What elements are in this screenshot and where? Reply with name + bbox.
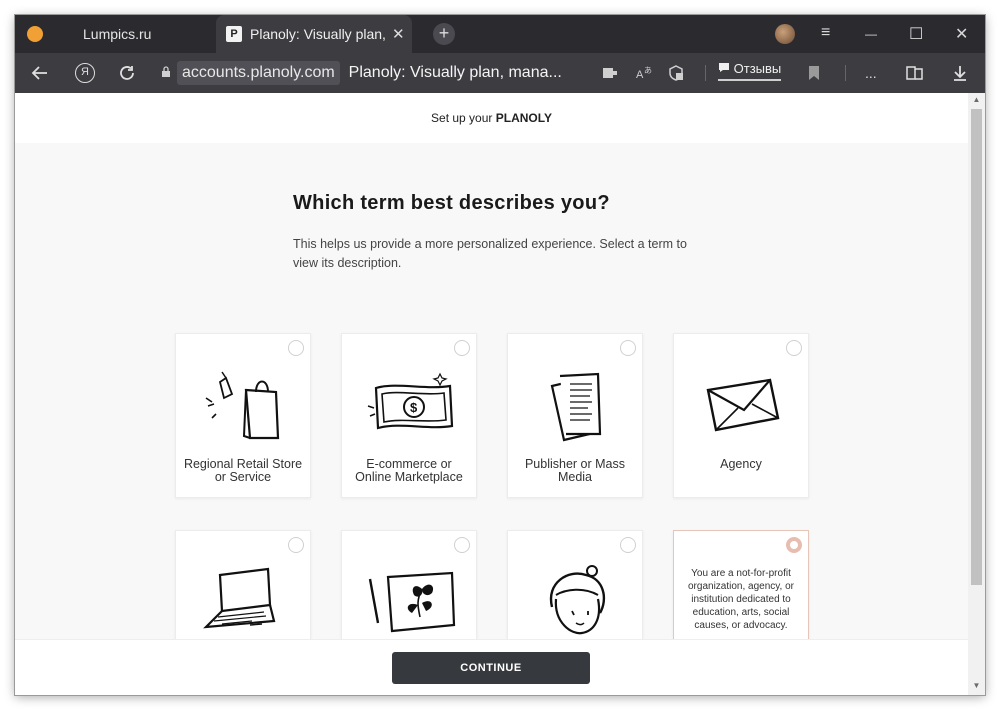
page-content: Set up your PLANOLY Which term best desc… bbox=[15, 93, 968, 695]
protect-icon[interactable] bbox=[667, 53, 685, 93]
radio-button[interactable] bbox=[620, 340, 636, 356]
setup-header-prefix: Set up your bbox=[431, 111, 496, 125]
option-card-regional-retail[interactable]: Regional Retail Store or Service bbox=[175, 333, 311, 498]
card-label: Regional Retail Store or Service bbox=[183, 457, 303, 484]
scrollbar-thumb[interactable] bbox=[971, 109, 982, 585]
tab-lumpics[interactable]: Lumpics.ru bbox=[15, 15, 215, 53]
new-tab-button[interactable]: + bbox=[433, 23, 455, 45]
brand-name: PLANOLY bbox=[495, 111, 552, 125]
back-icon[interactable] bbox=[31, 53, 49, 93]
download-icon[interactable] bbox=[952, 53, 968, 93]
card-description: You are a not-for-profit organization, a… bbox=[688, 568, 794, 631]
radio-button-selected[interactable] bbox=[786, 537, 802, 553]
radio-button[interactable] bbox=[288, 537, 304, 553]
radio-button[interactable] bbox=[620, 537, 636, 553]
close-icon[interactable]: ✕ bbox=[955, 24, 968, 44]
reload-icon[interactable] bbox=[118, 53, 136, 93]
browser-window: Lumpics.ru P Planoly: Visually plan, m ✕… bbox=[15, 15, 985, 695]
more-icon[interactable]: ... bbox=[865, 53, 877, 93]
address-bar[interactable]: accounts.planoly.com Planoly: Visually p… bbox=[157, 59, 597, 87]
page-subtitle: This helps us provide a more personalize… bbox=[293, 237, 687, 270]
tab-close-icon[interactable]: ✕ bbox=[392, 25, 405, 43]
lumpics-favicon-icon bbox=[27, 26, 43, 42]
bottom-action-bar: CONTINUE bbox=[15, 639, 968, 695]
collections-icon[interactable] bbox=[905, 53, 925, 93]
scroll-down-icon[interactable]: ▼ bbox=[971, 681, 982, 693]
shopping-bag-icon bbox=[205, 371, 280, 440]
lock-icon bbox=[161, 65, 171, 81]
tab-planoly[interactable]: P Planoly: Visually plan, m ✕ bbox=[216, 15, 412, 53]
card-label: E-commerce or Online Marketplace bbox=[355, 457, 463, 484]
setup-header: Set up your PLANOLY bbox=[15, 93, 968, 143]
reviews-label: Отзывы bbox=[733, 61, 782, 76]
address-domain: accounts.planoly.com bbox=[177, 61, 340, 85]
bookmark-icon[interactable] bbox=[808, 53, 820, 93]
envelope-icon bbox=[706, 378, 780, 432]
option-card-agency[interactable]: Agency bbox=[673, 333, 809, 498]
money-bill-icon: $ bbox=[367, 372, 454, 430]
toolbar-separator bbox=[705, 65, 706, 81]
radio-button[interactable] bbox=[454, 537, 470, 553]
flower-canvas-icon bbox=[368, 571, 456, 633]
minimize-icon[interactable]: — bbox=[865, 27, 877, 41]
tab-label: Lumpics.ru bbox=[83, 26, 152, 42]
radio-button[interactable] bbox=[786, 340, 802, 356]
address-page-title: Planoly: Visually plan, mana... bbox=[348, 64, 562, 81]
chat-bubble-icon bbox=[718, 61, 734, 76]
svg-text:A: A bbox=[636, 69, 644, 81]
tab-label: Planoly: Visually plan, m bbox=[250, 26, 388, 42]
menu-icon[interactable]: ≡ bbox=[821, 24, 830, 42]
svg-text:$: $ bbox=[410, 400, 418, 415]
card-label: Publisher or Mass Media bbox=[524, 457, 626, 484]
yandex-icon[interactable]: Я bbox=[75, 63, 95, 83]
reviews-button[interactable]: Отзывы bbox=[718, 61, 782, 81]
radio-button[interactable] bbox=[288, 340, 304, 356]
svg-text:あ: あ bbox=[644, 66, 652, 75]
card-label: Agency bbox=[720, 457, 762, 471]
maximize-icon[interactable]: ☐ bbox=[909, 24, 923, 44]
option-card-publisher[interactable]: Publisher or Mass Media bbox=[507, 333, 643, 498]
laptop-icon bbox=[203, 567, 276, 629]
extension-icon[interactable] bbox=[601, 53, 619, 93]
translate-icon[interactable]: Aあ bbox=[635, 53, 655, 93]
radio-button[interactable] bbox=[454, 340, 470, 356]
scrollbar[interactable]: ▲ ▼ bbox=[968, 93, 985, 695]
scroll-up-icon[interactable]: ▲ bbox=[971, 95, 982, 107]
continue-button[interactable]: CONTINUE bbox=[392, 652, 590, 684]
planoly-favicon-icon: P bbox=[226, 26, 242, 42]
toolbar-separator bbox=[845, 65, 846, 81]
tab-bar: Lumpics.ru P Planoly: Visually plan, m ✕… bbox=[15, 15, 985, 53]
newspaper-icon bbox=[550, 372, 602, 442]
avatar[interactable] bbox=[775, 24, 795, 44]
page-title: Which term best describes you? bbox=[293, 192, 610, 214]
woman-face-icon bbox=[549, 565, 606, 635]
option-card-ecommerce[interactable]: $ E-commerce or Online Marketplace bbox=[341, 333, 477, 498]
browser-toolbar: Я accounts.planoly.com Planoly: Visually… bbox=[15, 53, 985, 93]
